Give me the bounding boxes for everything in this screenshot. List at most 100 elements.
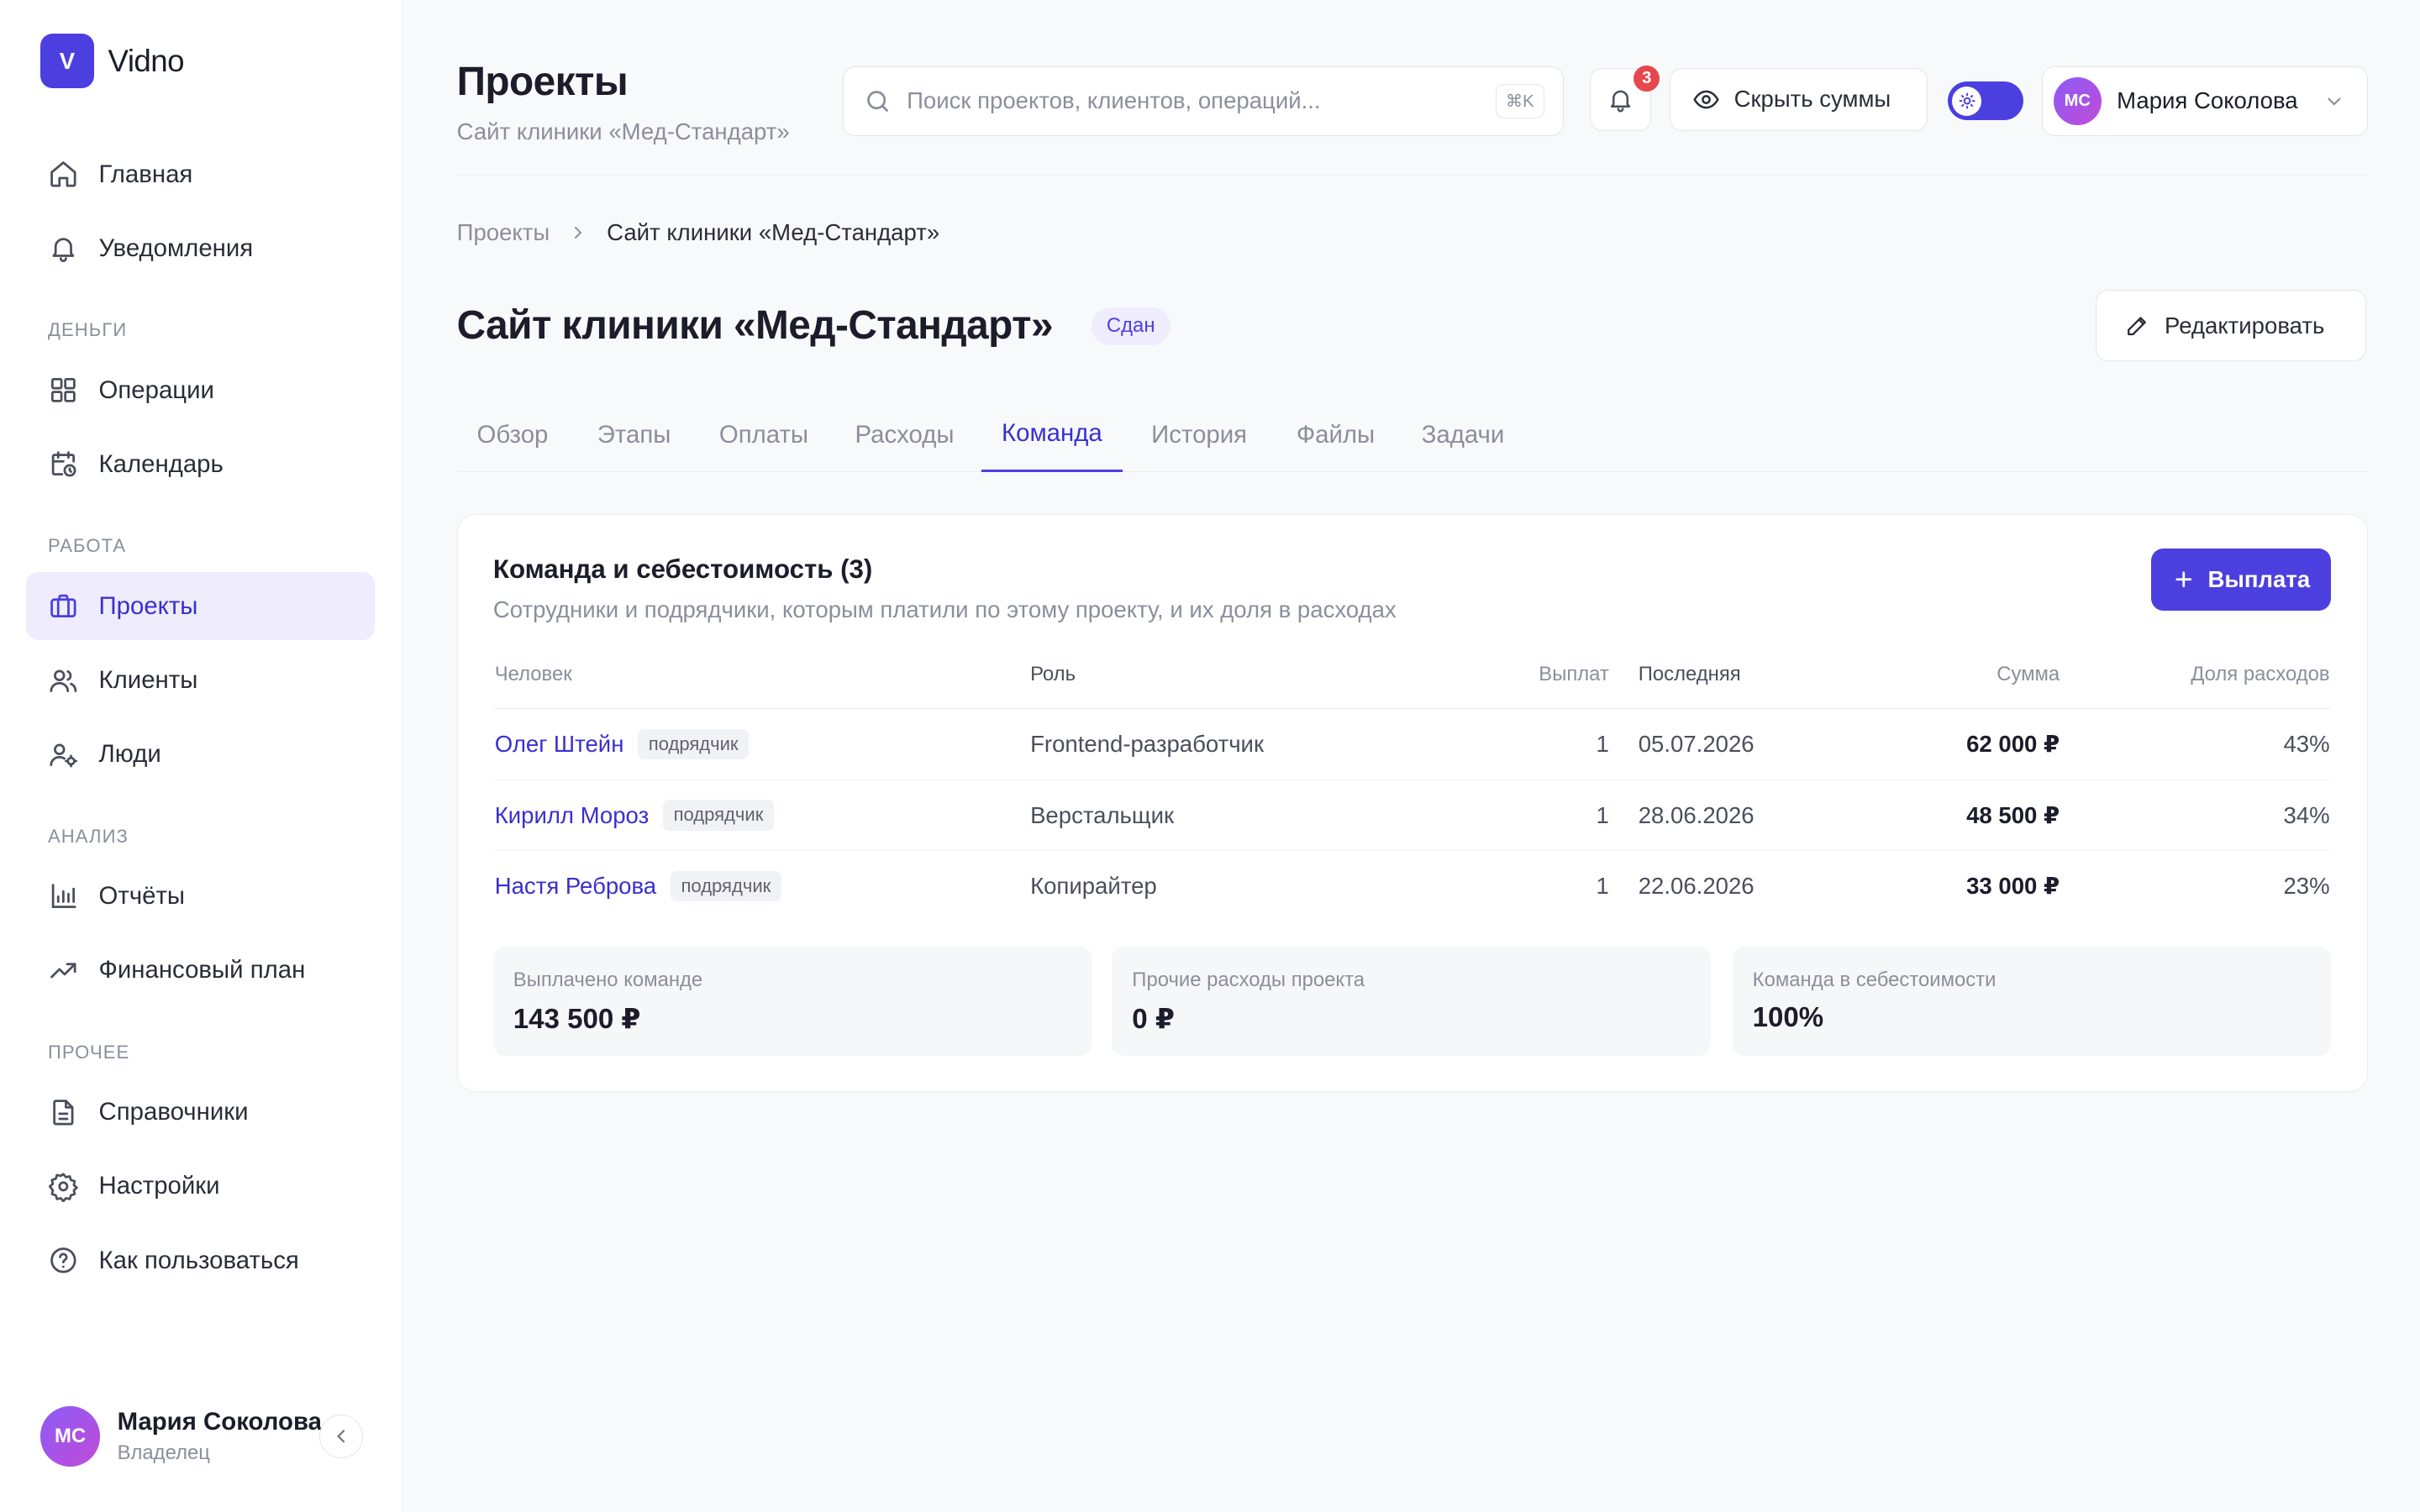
collapse-sidebar-button[interactable] [319, 1415, 363, 1458]
calendar-clock-icon [48, 449, 79, 480]
sidebar-item-calendar[interactable]: Календарь [26, 430, 375, 498]
gear-icon [48, 1171, 79, 1202]
table-row: Олег Штейн подрядчик Frontend-разработчик… [492, 709, 2332, 780]
sidebar-item-home[interactable]: Главная [26, 140, 375, 208]
sidebar-item-reports[interactable]: Отчёты [26, 863, 375, 931]
search-input[interactable] [907, 87, 1494, 115]
sidebar-user[interactable]: МС Мария Соколова Владелец [39, 1404, 365, 1468]
sidebar-item-help[interactable]: Как пользоваться [26, 1226, 375, 1294]
sidebar-item-financial-plan[interactable]: Финансовый план [26, 937, 375, 1005]
section-title-other: Прочее [47, 1041, 130, 1063]
page-title: Проекты [456, 59, 629, 104]
count-cell: 1 [1596, 873, 1609, 900]
stat-label: Прочие расходы проекта [1132, 968, 1365, 991]
page-subtitle: Сайт клиники «Мед-Стандарт» [456, 118, 790, 145]
sidebar-item-people[interactable]: Люди [26, 721, 375, 789]
chevron-right-icon [568, 223, 588, 243]
sidebar-item-projects[interactable]: Проекты [26, 572, 376, 641]
last-cell: 05.07.2026 [1638, 731, 1754, 758]
notifications-button[interactable]: 3 [1589, 66, 1660, 132]
sidebar-item-label: Настройки [98, 1172, 220, 1200]
section-title-analysis: Анализ [47, 825, 129, 847]
sidebar-user-role: Владелец [117, 1441, 210, 1464]
grid-icon [48, 375, 79, 406]
column-header-last: Последняя [1638, 662, 1741, 685]
person-tag: подрядчик [662, 800, 775, 831]
share-cell: 43% [2283, 731, 2330, 758]
search-box[interactable]: ⌘K [842, 66, 1564, 136]
person-tag: подрядчик [670, 870, 782, 902]
count-cell: 1 [1596, 731, 1609, 758]
sidebar-item-operations[interactable]: Операции [26, 356, 375, 424]
sum-cell: 62 000 ₽ [1966, 731, 2060, 758]
sidebar-item-label: Уведомления [98, 234, 254, 262]
eye-icon [1692, 86, 1720, 113]
person-link[interactable]: Кирилл Мороз [495, 802, 649, 828]
home-icon [48, 159, 79, 190]
search-shortcut: ⌘K [1495, 84, 1544, 118]
tab-tasks[interactable]: Задачи [1402, 398, 1524, 472]
bell-icon [1607, 86, 1634, 113]
column-header-count: Выплат [1539, 662, 1609, 685]
sidebar-item-clients[interactable]: Клиенты [26, 647, 375, 715]
person-link[interactable]: Олег Штейн [495, 731, 624, 757]
project-title: Сайт клиники «Мед-Стандарт» [456, 303, 1054, 348]
stat-label: Команда в себестоимости [1752, 968, 1996, 991]
edit-button-label: Редактировать [2165, 312, 2325, 339]
hide-sums-button[interactable]: Скрыть суммы [1670, 67, 1928, 132]
sun-icon [1952, 86, 1982, 116]
sidebar-item-label: Проекты [98, 591, 198, 620]
sidebar-item-label: Клиенты [98, 665, 198, 694]
role-cell: Верстальщик [1030, 801, 1175, 828]
tab-history[interactable]: История [1131, 398, 1267, 472]
status-badge: Сдан [1091, 307, 1171, 346]
last-cell: 22.06.2026 [1638, 873, 1754, 900]
brand[interactable]: V Vidno [39, 34, 185, 88]
tab-stages[interactable]: Этапы [577, 398, 691, 472]
breadcrumb-parent[interactable]: Проекты [457, 219, 550, 246]
help-circle-icon [48, 1245, 79, 1276]
breadcrumb: Проекты Сайт клиники «Мед-Стандарт» [457, 219, 940, 246]
stat-value: 0 ₽ [1132, 1004, 1175, 1036]
add-payout-button[interactable]: Выплата [2150, 549, 2332, 611]
brand-logo: V [39, 34, 95, 88]
sidebar-item-label: Календарь [98, 449, 224, 478]
tab-expenses[interactable]: Расходы [835, 398, 975, 472]
column-header-share: Доля расходов [2191, 662, 2330, 685]
last-cell: 28.06.2026 [1638, 801, 1754, 828]
chevron-left-icon [330, 1425, 352, 1447]
tab-team[interactable]: Команда [981, 398, 1123, 473]
breadcrumb-current: Сайт клиники «Мед-Стандарт» [607, 218, 940, 245]
hide-sums-label: Скрыть суммы [1733, 86, 1891, 113]
role-cell: Копирайтер [1030, 873, 1157, 900]
briefcase-icon [48, 591, 79, 622]
tab-payments[interactable]: Оплаты [699, 398, 829, 472]
users-icon [48, 665, 79, 696]
edit-button[interactable]: Редактировать [2096, 290, 2366, 361]
sidebar-item-label: Главная [98, 160, 193, 188]
team-table-header: Человек Роль Выплат Последняя Сумма Доля… [492, 662, 2332, 710]
sidebar-item-notifications[interactable]: Уведомления [26, 214, 375, 282]
sidebar-item-settings[interactable]: Настройки [26, 1152, 375, 1221]
stat-value: 100% [1752, 1002, 1824, 1034]
sidebar-item-label: Справочники [98, 1098, 249, 1126]
chevron-down-icon [2323, 91, 2345, 113]
section-title-work: Работа [47, 535, 127, 557]
sum-cell: 48 500 ₽ [1966, 801, 2060, 828]
tab-overview[interactable]: Обзор [457, 398, 569, 472]
plus-icon [2172, 568, 2196, 591]
person-cell: Олег Штейн подрядчик [495, 709, 750, 780]
person-link[interactable]: Настя Реброва [495, 873, 656, 899]
team-card-title: Команда и себестоимость (3) [492, 554, 873, 585]
document-icon [48, 1097, 79, 1128]
person-tag: подрядчик [637, 728, 750, 760]
tab-files[interactable]: Файлы [1276, 398, 1395, 472]
sidebar-item-directories[interactable]: Справочники [26, 1079, 375, 1147]
bell-icon [48, 233, 79, 264]
theme-toggle[interactable] [1947, 81, 2023, 121]
sidebar-user-name: Мария Соколова [117, 1408, 322, 1436]
user-menu[interactable]: МС Мария Соколова [2041, 66, 2368, 136]
role-cell: Frontend-разработчик [1030, 731, 1264, 758]
stat-label: Выплачено команде [513, 968, 703, 991]
stat-value: 143 500 ₽ [513, 1004, 641, 1036]
